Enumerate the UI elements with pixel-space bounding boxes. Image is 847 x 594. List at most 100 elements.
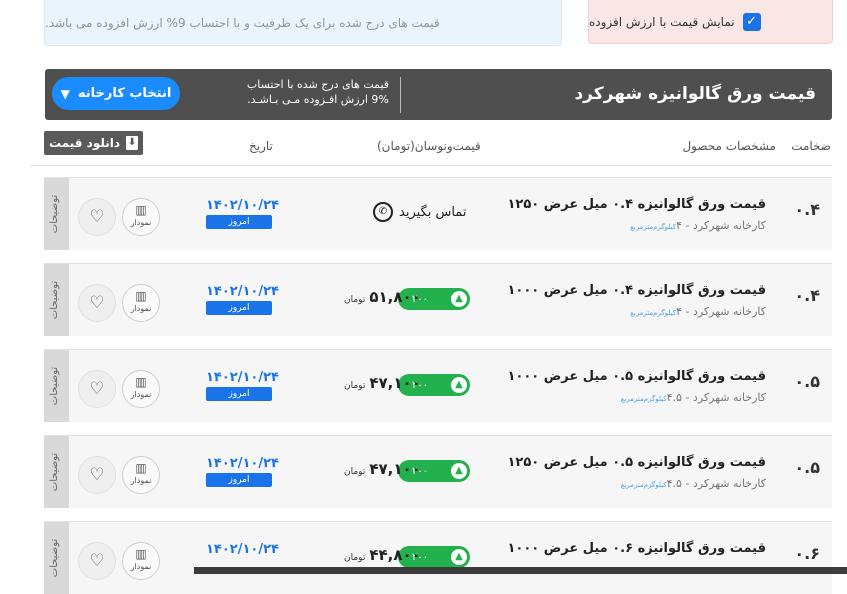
chevron-down-icon: ▼ bbox=[60, 86, 70, 101]
factory-name: کارخانه شهرکرد - ۴.۵ bbox=[666, 477, 766, 490]
row-thickness: ۰.۵ bbox=[794, 458, 820, 477]
chart-button[interactable]: ▥ نمودار bbox=[122, 370, 160, 408]
header-divider bbox=[30, 165, 832, 166]
today-badge: امروز bbox=[206, 473, 272, 487]
today-badge: امروز bbox=[206, 387, 272, 401]
phone-icon: ✆ bbox=[373, 202, 393, 222]
product-name[interactable]: قیمت ورق گالوانیزه ۰.۴ میل عرض ۱۰۰۰ bbox=[507, 283, 766, 298]
row-thickness: ۰.۴ bbox=[794, 286, 820, 305]
factory-unit: کیلوگرم‌مترمربع bbox=[630, 309, 677, 317]
bottom-strip bbox=[194, 567, 847, 574]
description-tab[interactable]: توضیحات bbox=[49, 443, 65, 501]
heart-icon[interactable]: ♡ bbox=[78, 542, 116, 580]
factory-name: کارخانه شهرکرد - ۴.۵ bbox=[666, 391, 766, 404]
download-price-button[interactable]: ⬇ دانلود قیمت bbox=[44, 131, 143, 155]
table-row: توضیحات ۰.۶ قیمت ورق گالوانیزه ۰.۶ میل عرض… bbox=[44, 521, 832, 594]
column-thickness: ضخامت bbox=[791, 139, 831, 153]
bar-chart-icon: ▥ bbox=[135, 289, 147, 303]
contact-label: تماس بگیرید bbox=[399, 204, 467, 220]
price-currency: تومان bbox=[344, 467, 366, 477]
bar-chart-icon: ▥ bbox=[135, 375, 147, 389]
factory-name: کارخانه شهرکرد - ۴ bbox=[676, 219, 766, 232]
factory-unit: کیلوگرم‌مترمربع bbox=[630, 223, 677, 231]
chart-label: نمودار bbox=[130, 390, 152, 399]
arrow-up-icon: ▲ bbox=[451, 377, 467, 393]
download-icon: ⬇ bbox=[126, 136, 139, 150]
vat-label: نمایش قیمت با ارزش افزوده bbox=[589, 14, 735, 29]
column-price: قیمت‌ونوسان(تومان) bbox=[377, 139, 481, 153]
chart-button[interactable]: ▥ نمودار bbox=[122, 198, 160, 236]
top-bar: ✓ نمایش قیمت با ارزش افزوده قیمت های درج… bbox=[0, 0, 847, 50]
price-currency: تومان bbox=[344, 553, 366, 563]
arrow-up-icon: ▲ bbox=[451, 463, 467, 479]
header-note: قیمت های درج شده با احتساب 9% ارزش افـزو… bbox=[236, 77, 401, 113]
chart-button[interactable]: ▥ نمودار bbox=[122, 284, 160, 322]
page-title: قیمت ورق گالوانیزه شهرکرد bbox=[574, 84, 816, 104]
row-side-tab[interactable]: توضیحات bbox=[44, 350, 69, 422]
row-side-tab[interactable]: توضیحات bbox=[44, 178, 69, 250]
today-badge: امروز bbox=[206, 215, 272, 229]
factory-unit: کیلوگرم‌مترمربع bbox=[620, 395, 667, 403]
vat-toggle[interactable]: ✓ نمایش قیمت با ارزش افزوده bbox=[588, 0, 833, 44]
description-tab[interactable]: توضیحات bbox=[49, 529, 65, 587]
price-value: ۴۴,۸۰۰ bbox=[369, 546, 421, 564]
price-value: ۴۷,۱۰۰ bbox=[369, 374, 421, 392]
column-date: تاریخ bbox=[249, 139, 273, 153]
chart-button[interactable]: ▥ نمودار bbox=[122, 456, 160, 494]
vat-info-box: قیمت های درج شده برای یک ظرفیت و با احتس… bbox=[44, 0, 562, 46]
heart-icon[interactable]: ♡ bbox=[78, 198, 116, 236]
download-label: دانلود قیمت bbox=[48, 136, 121, 150]
heart-icon[interactable]: ♡ bbox=[78, 456, 116, 494]
heart-icon[interactable]: ♡ bbox=[78, 370, 116, 408]
choose-factory-button[interactable]: انتخاب کارخانه ▼ bbox=[52, 77, 180, 110]
price-value-wrap: ۴۴,۸۰۰ تومان bbox=[344, 546, 421, 564]
description-tab[interactable]: توضیحات bbox=[49, 185, 65, 243]
description-tab[interactable]: توضیحات bbox=[49, 357, 65, 415]
row-date: ۱۴۰۲/۱۰/۲۴ bbox=[206, 370, 279, 385]
choose-factory-label: انتخاب کارخانه bbox=[77, 86, 172, 101]
arrow-up-icon: ▲ bbox=[451, 291, 467, 307]
arrow-up-icon: ▲ bbox=[451, 549, 467, 565]
price-currency: تومان bbox=[344, 381, 366, 391]
table-row: توضیحات ۰.۵ قیمت ورق گالوانیزه ۰.۵ میل عرض… bbox=[44, 435, 832, 508]
factory-name: کارخانه شهرکرد - ۴ bbox=[676, 305, 766, 318]
product-factory: کارخانه شهرکرد - ۴کیلوگرم‌مترمربع bbox=[630, 305, 766, 318]
row-thickness: ۰.۴ bbox=[794, 200, 820, 219]
bar-chart-icon: ▥ bbox=[135, 547, 147, 561]
row-side-tab[interactable]: توضیحات bbox=[44, 264, 69, 336]
price-currency: تومان bbox=[344, 295, 366, 305]
today-badge: امروز bbox=[206, 301, 272, 315]
price-table-header: قیمت ورق گالوانیزه شهرکرد قیمت های درج ش… bbox=[45, 69, 832, 120]
row-date: ۱۴۰۲/۱۰/۲۴ bbox=[206, 542, 279, 557]
header-note-line2: 9% ارزش افـزوده مـی بـاشـد. bbox=[247, 93, 389, 106]
row-side-tab[interactable]: توضیحات bbox=[44, 436, 69, 508]
chart-label: نمودار bbox=[130, 476, 152, 485]
header-note-line1: قیمت های درج شده با احتساب bbox=[246, 78, 390, 91]
table-row: توضیحات ۰.۴ قیمت ورق گالوانیزه ۰.۴ میل عرض… bbox=[44, 263, 832, 336]
heart-icon[interactable]: ♡ bbox=[78, 284, 116, 322]
description-tab[interactable]: توضیحات bbox=[49, 271, 65, 329]
row-side-tab[interactable]: توضیحات bbox=[44, 522, 69, 594]
price-value-wrap: ۵۱,۸۰۰ تومان bbox=[344, 288, 421, 306]
row-date: ۱۴۰۲/۱۰/۲۴ bbox=[206, 198, 279, 213]
price-value-wrap: ۴۷,۱۰۰ تومان bbox=[344, 374, 421, 392]
price-value-wrap: ۴۷,۱۰۰ تومان bbox=[344, 460, 421, 478]
bar-chart-icon: ▥ bbox=[135, 461, 147, 475]
product-name[interactable]: قیمت ورق گالوانیزه ۰.۵ میل عرض ۱۰۰۰ bbox=[507, 369, 766, 384]
chart-label: نمودار bbox=[130, 304, 152, 313]
product-factory: کارخانه شهرکرد - ۴.۵کیلوگرم‌مترمربع bbox=[621, 391, 766, 404]
contact-us[interactable]: تماس بگیرید ✆ bbox=[373, 202, 466, 222]
row-date: ۱۴۰۲/۱۰/۲۴ bbox=[206, 456, 279, 471]
product-name[interactable]: قیمت ورق گالوانیزه ۰.۵ میل عرض ۱۲۵۰ bbox=[507, 455, 766, 470]
price-value: ۴۷,۱۰۰ bbox=[369, 460, 421, 478]
chart-button[interactable]: ▥ نمودار bbox=[122, 542, 160, 580]
vat-checkbox[interactable]: ✓ bbox=[742, 12, 761, 31]
product-name[interactable]: قیمت ورق گالوانیزه ۰.۶ میل عرض ۱۰۰۰ bbox=[507, 541, 766, 556]
product-name[interactable]: قیمت ورق گالوانیزه ۰.۴ میل عرض ۱۲۵۰ bbox=[507, 197, 766, 212]
product-factory: کارخانه شهرکرد - ۴کیلوگرم‌مترمربع bbox=[630, 219, 766, 232]
vat-info-text: قیمت های درج شده برای یک ظرفیت و با احتس… bbox=[45, 15, 440, 30]
price-value: ۵۱,۸۰۰ bbox=[369, 288, 421, 306]
table-row: توضیحات ۰.۴ قیمت ورق گالوانیزه ۰.۴ میل عرض… bbox=[44, 177, 832, 250]
row-thickness: ۰.۶ bbox=[794, 544, 820, 563]
row-date: ۱۴۰۲/۱۰/۲۴ bbox=[206, 284, 279, 299]
